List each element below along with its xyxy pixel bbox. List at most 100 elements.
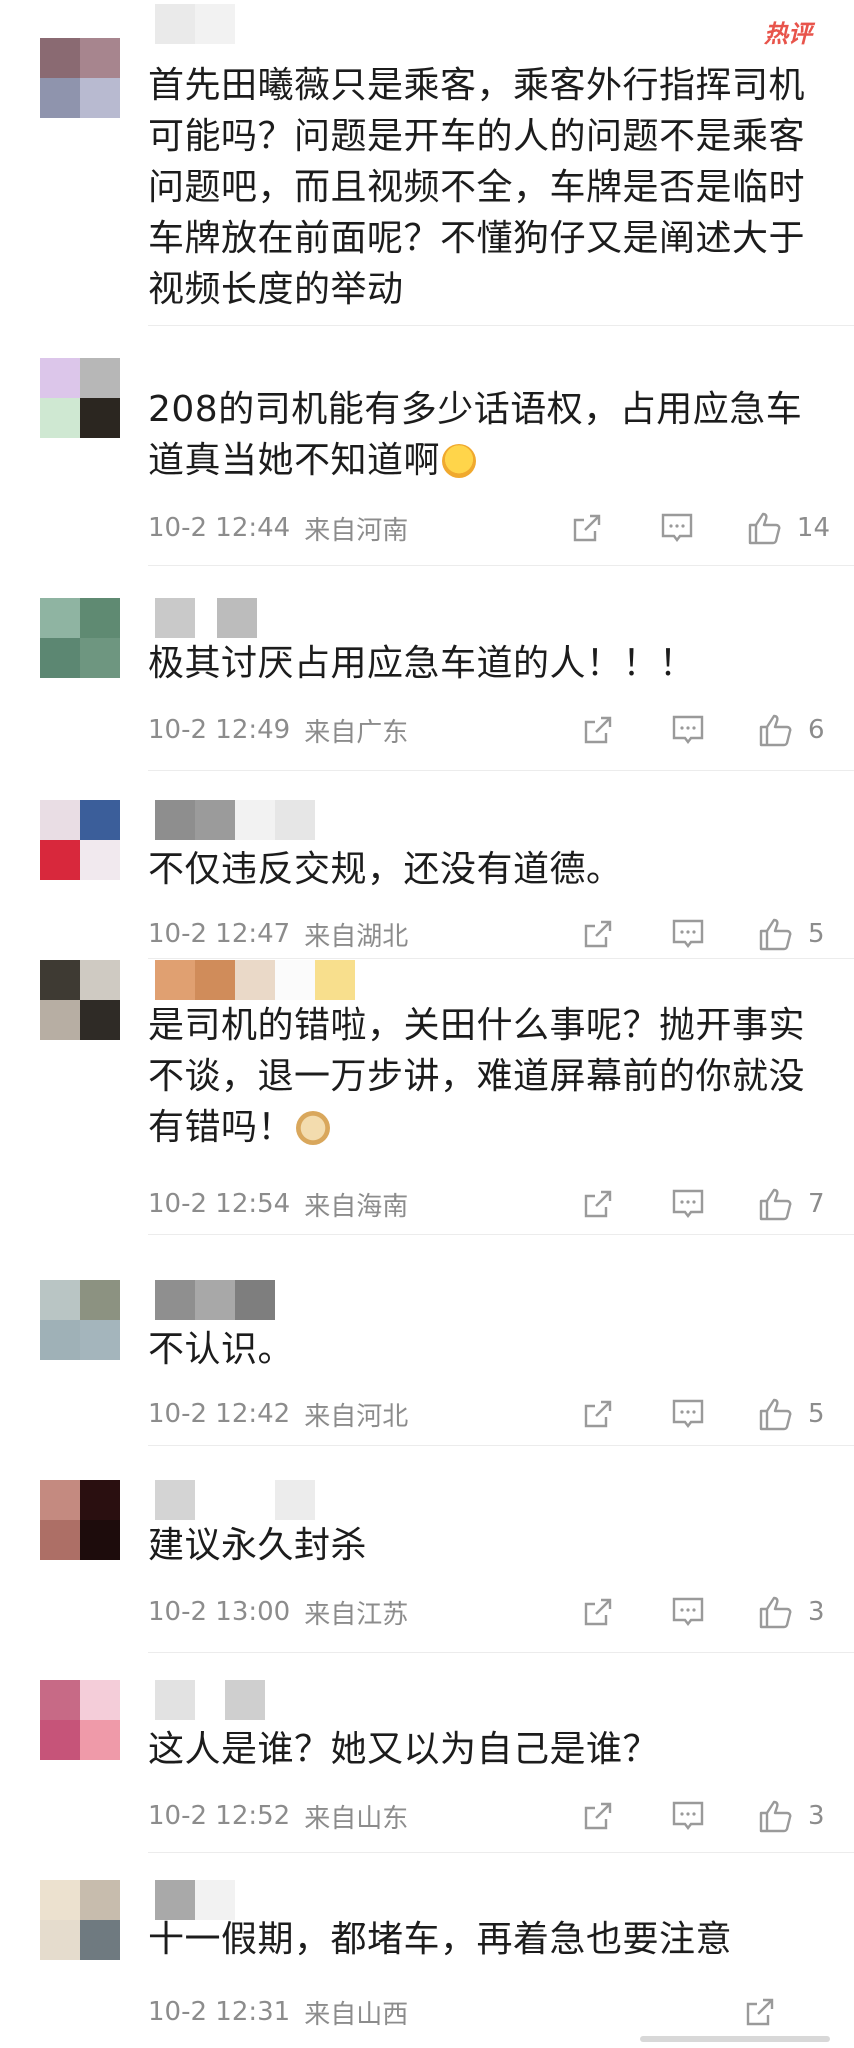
share-icon	[746, 1998, 774, 2026]
avatar[interactable]	[40, 1280, 120, 1360]
comment-time: 10-2 12:47	[148, 919, 291, 949]
avatar[interactable]	[40, 358, 120, 438]
comment-icon	[661, 513, 693, 542]
comment-meta: 10-2 12:54 来自海南 7	[148, 1184, 830, 1224]
reply-button[interactable]	[668, 1592, 708, 1632]
comment-meta: 10-2 13:00 来自江苏 3	[148, 1592, 830, 1632]
share-button[interactable]	[578, 1184, 618, 1224]
share-button[interactable]	[578, 710, 618, 750]
like-count: 6	[808, 715, 825, 745]
avatar[interactable]	[40, 598, 120, 678]
comment-location: 来自江苏	[304, 1599, 409, 1630]
comment-meta: 10-2 12:52 来自山东 3	[148, 1796, 830, 1836]
comment-actions: 6	[578, 710, 830, 750]
comment-text: 是司机的错啦，关田什么事呢？抛开事实不谈，退一万步讲，难道屏幕前的你就没有错吗！	[148, 1000, 834, 1153]
share-button[interactable]	[578, 1592, 618, 1632]
share-icon	[584, 1598, 612, 1626]
like-button[interactable]: 5	[758, 1396, 830, 1432]
avatar[interactable]	[40, 1880, 120, 1960]
divider	[148, 325, 854, 326]
comment-meta: 10-2 12:42 来自河北 5	[148, 1394, 830, 1434]
username-blurred[interactable]	[155, 1680, 265, 1720]
laugh-cry-emoji	[442, 444, 477, 478]
username-blurred[interactable]	[155, 4, 235, 44]
avatar[interactable]	[40, 1480, 120, 1560]
thumbs-up-icon	[759, 1398, 792, 1431]
comment-actions: 5	[578, 914, 830, 954]
comment-actions: 7	[578, 1184, 830, 1224]
like-button[interactable]: 6	[758, 712, 830, 748]
comment-icon	[672, 1189, 704, 1218]
comment-text: 208的司机能有多少话语权，占用应急车道真当她不知道啊	[148, 384, 834, 486]
comment-actions: 3	[578, 1592, 830, 1632]
thumbs-up-icon	[759, 714, 792, 747]
share-icon	[584, 1190, 612, 1218]
share-button[interactable]	[578, 914, 618, 954]
avatar[interactable]	[40, 960, 120, 1040]
like-count: 3	[808, 1801, 825, 1831]
comment-time: 10-2 12:52	[148, 1801, 291, 1831]
thumbs-up-icon	[759, 1188, 792, 1221]
reply-button[interactable]	[668, 1394, 708, 1434]
divider	[148, 1852, 854, 1853]
comment-actions: 5	[578, 1394, 830, 1434]
comment-actions: 14	[567, 508, 830, 548]
comment-location: 来自海南	[304, 1191, 409, 1222]
share-button[interactable]	[567, 508, 607, 548]
like-button[interactable]: 3	[758, 1798, 830, 1834]
username-blurred[interactable]	[155, 1280, 275, 1320]
reply-button[interactable]	[668, 710, 708, 750]
like-button[interactable]: 3	[758, 1594, 830, 1630]
username-blurred[interactable]	[155, 598, 257, 638]
comment-location: 来自湖北	[304, 921, 409, 952]
share-icon	[573, 514, 601, 542]
divider	[148, 565, 854, 566]
like-button[interactable]: 7	[758, 1186, 830, 1222]
comment-meta: 10-2 12:44 来自河南 14	[148, 508, 830, 548]
share-button[interactable]	[578, 1796, 618, 1836]
reply-button[interactable]	[668, 1796, 708, 1836]
comment-location: 来自河北	[304, 1401, 409, 1432]
share-button[interactable]	[578, 1394, 618, 1434]
comment-time: 10-2 13:00	[148, 1597, 291, 1627]
share-icon	[584, 920, 612, 948]
divider	[148, 1652, 854, 1653]
comment-meta: 10-2 12:31 来自山西	[148, 1992, 830, 2032]
comment-actions: 3	[578, 1796, 830, 1836]
comment-icon	[672, 1801, 704, 1830]
comment-location: 来自山东	[304, 1803, 409, 1834]
share-icon	[584, 1802, 612, 1830]
like-count: 14	[796, 513, 830, 543]
username-blurred[interactable]	[155, 960, 355, 1000]
comment-text: 首先田曦薇只是乘客，乘客外行指挥司机可能吗？问题是开车的人的问题不是乘客问题吧，…	[148, 65, 806, 310]
reply-button[interactable]	[668, 1184, 708, 1224]
avatar[interactable]	[40, 800, 120, 880]
like-count: 5	[808, 1399, 825, 1429]
share-icon	[584, 716, 612, 744]
comment-location: 来自广东	[304, 717, 409, 748]
avatar[interactable]	[40, 1680, 120, 1760]
like-button[interactable]: 14	[747, 510, 830, 546]
username-blurred[interactable]	[155, 1480, 315, 1520]
avatar[interactable]	[40, 38, 120, 118]
thumbs-up-icon	[748, 512, 781, 545]
doge-emoji	[296, 1111, 331, 1145]
comment-text: 不认识。	[148, 1329, 295, 1370]
comment-location: 来自河南	[304, 515, 409, 546]
comment-text-content: 是司机的错啦，关田什么事呢？抛开事实不谈，退一万步讲，难道屏幕前的你就没有错吗！	[148, 1005, 806, 1148]
reply-button[interactable]	[668, 914, 708, 954]
comment-time: 10-2 12:44	[148, 513, 291, 543]
like-count: 7	[808, 1189, 825, 1219]
like-button[interactable]: 5	[758, 916, 830, 952]
share-button[interactable]	[740, 1992, 780, 2032]
divider	[148, 770, 854, 771]
comment-icon	[672, 919, 704, 948]
share-icon	[584, 1400, 612, 1428]
reply-button[interactable]	[657, 508, 697, 548]
comment-time: 10-2 12:31	[148, 1997, 291, 2027]
comment-meta: 10-2 12:49 来自广东 6	[148, 710, 830, 750]
username-blurred[interactable]	[155, 800, 315, 840]
divider	[148, 1445, 854, 1446]
comment-icon	[672, 1399, 704, 1428]
comment-text: 不仅违反交规，还没有道德。	[148, 849, 623, 890]
